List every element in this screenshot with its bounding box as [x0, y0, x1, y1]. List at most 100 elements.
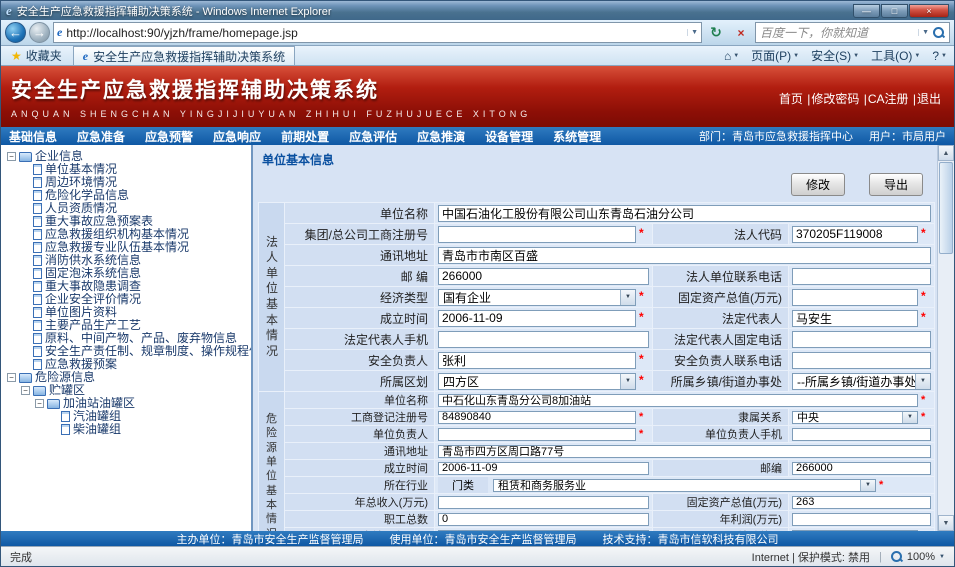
address-bar[interactable]: e http://localhost:90/yjzh/frame/homepag…	[53, 22, 702, 43]
menu-item-6[interactable]: 应急评估	[349, 128, 397, 145]
menu-item-5[interactable]: 前期处置	[281, 128, 329, 145]
home-button[interactable]: ⌂ ▼	[724, 49, 739, 63]
tree-item[interactable]: 应急救援组织机构基本情况	[3, 228, 251, 241]
select-caret-icon[interactable]: ▼	[620, 290, 635, 305]
tree-item[interactable]: 单位图片资料	[3, 306, 251, 319]
search-icon[interactable]	[933, 27, 945, 39]
field-select[interactable]: 四方区▼	[438, 373, 636, 390]
tree-item[interactable]: 固定泡沫系统信息	[3, 267, 251, 280]
field-input[interactable]	[438, 462, 649, 475]
field-input[interactable]	[792, 331, 931, 348]
field-input[interactable]	[438, 513, 649, 526]
tree-item[interactable]: 安全生产责任制、规章制度、操作规程信息	[3, 345, 251, 358]
field-input[interactable]	[792, 352, 931, 369]
scroll-down-icon[interactable]: ▼	[938, 515, 954, 531]
refresh-button[interactable]: ↻	[705, 22, 727, 43]
field-input[interactable]	[438, 226, 636, 243]
menu-item-9[interactable]: 系统管理	[553, 128, 601, 145]
tree-item[interactable]: 主要产品生产工艺	[3, 319, 251, 332]
banner-link-3[interactable]: CA注册	[867, 92, 910, 106]
field-input[interactable]	[438, 411, 636, 424]
field-input[interactable]	[792, 496, 931, 509]
modify-button[interactable]: 修改	[791, 173, 845, 196]
field-input[interactable]	[438, 205, 931, 222]
back-button[interactable]: ←	[5, 22, 26, 43]
browser-tab[interactable]: e 安全生产应急救援指挥辅助决策系统	[73, 46, 295, 65]
tree-item[interactable]: 人员资质情况	[3, 202, 251, 215]
address-url[interactable]: http://localhost:90/yjzh/frame/homepage.…	[66, 26, 683, 40]
tree-item[interactable]: 应急救援预案	[3, 358, 251, 371]
field-input[interactable]	[438, 352, 636, 369]
tree-item[interactable]: 柴油罐组	[3, 423, 251, 436]
content-scrollbar[interactable]: ▲ ▼	[937, 145, 954, 531]
tree-item[interactable]: −危险源信息	[3, 371, 251, 384]
menu-item-2[interactable]: 应急准备	[77, 128, 125, 145]
tree-item[interactable]: 周边环境情况	[3, 176, 251, 189]
tools-menu-button[interactable]: 工具(O) ▼	[871, 47, 920, 64]
field-input[interactable]	[438, 445, 931, 458]
field-input[interactable]	[438, 428, 636, 441]
tree-minus-icon[interactable]: −	[35, 399, 44, 408]
menu-item-7[interactable]: 应急推演	[417, 128, 465, 145]
safety-menu-button[interactable]: 安全(S) ▼	[811, 47, 859, 64]
tree-item[interactable]: 危险化学品信息	[3, 189, 251, 202]
search-box[interactable]: 百度一下，你就知道 ▼	[755, 22, 950, 43]
field-select[interactable]: 中央▼	[792, 411, 918, 424]
tree-minus-icon[interactable]: −	[21, 386, 30, 395]
scroll-up-icon[interactable]: ▲	[938, 145, 954, 161]
field-input[interactable]	[438, 247, 931, 264]
close-button[interactable]: ×	[909, 4, 949, 18]
tree-minus-icon[interactable]: −	[7, 152, 16, 161]
zoom-control[interactable]: 100% ▼	[891, 551, 945, 563]
tree-item[interactable]: 应急救援专业队伍基本情况	[3, 241, 251, 254]
select-caret-icon[interactable]: ▼	[860, 480, 875, 491]
field-input[interactable]	[438, 268, 649, 285]
tree-item[interactable]: 单位基本情况	[3, 163, 251, 176]
maximize-button[interactable]: □	[881, 4, 908, 18]
export-button[interactable]: 导出	[869, 173, 923, 196]
menu-item-1[interactable]: 基础信息	[9, 128, 57, 145]
tree-item[interactable]: −企业信息	[3, 150, 251, 163]
menu-item-8[interactable]: 设备管理	[485, 128, 533, 145]
tree-item[interactable]: −贮罐区	[3, 384, 251, 397]
menu-item-4[interactable]: 应急响应	[213, 128, 261, 145]
field-select[interactable]: 租赁和商务服务业▼	[493, 479, 876, 492]
tree-item[interactable]: 消防供水系统信息	[3, 254, 251, 267]
address-dropdown-icon[interactable]: ▼	[687, 29, 698, 36]
scrollbar-thumb[interactable]	[939, 162, 953, 254]
search-placeholder[interactable]: 百度一下，你就知道	[760, 24, 914, 41]
select-caret-icon[interactable]: ▼	[902, 412, 917, 423]
select-caret-icon[interactable]: ▼	[915, 374, 930, 389]
field-input[interactable]	[792, 428, 931, 441]
field-input[interactable]	[438, 310, 636, 327]
stop-button[interactable]: ×	[730, 22, 752, 43]
field-input[interactable]	[438, 496, 649, 509]
select-caret-icon[interactable]: ▼	[620, 374, 635, 389]
tree-item[interactable]: 原料、中间产物、产品、废弃物信息	[3, 332, 251, 345]
field-input[interactable]	[438, 394, 918, 407]
banner-link-2[interactable]: 修改密码	[810, 92, 860, 106]
tree-minus-icon[interactable]: −	[7, 373, 16, 382]
search-dropdown-icon[interactable]: ▼	[918, 29, 929, 36]
field-input[interactable]	[792, 462, 931, 475]
banner-link-1[interactable]: 首页	[778, 92, 804, 106]
tree-item[interactable]: −加油站油罐区	[3, 397, 251, 410]
field-input[interactable]	[438, 331, 649, 348]
minimize-button[interactable]: —	[853, 4, 880, 18]
tree-item[interactable]: 汽油罐组	[3, 410, 251, 423]
field-input[interactable]	[792, 268, 931, 285]
field-input[interactable]	[792, 310, 918, 327]
help-menu-button[interactable]: ? ▼	[932, 49, 947, 63]
tree-item[interactable]: 企业安全评价情况	[3, 293, 251, 306]
banner-link-4[interactable]: 退出	[916, 92, 942, 106]
menu-item-3[interactable]: 应急预警	[145, 128, 193, 145]
field-input[interactable]	[792, 513, 931, 526]
field-select[interactable]: 国有企业▼	[438, 289, 636, 306]
page-menu-button[interactable]: 页面(P) ▼	[751, 47, 799, 64]
field-input[interactable]	[792, 289, 918, 306]
favorites-button[interactable]: ★ 收藏夹	[4, 47, 69, 64]
field-select[interactable]: --所属乡镇/街道办事处--▼	[792, 373, 931, 390]
field-input[interactable]	[792, 226, 918, 243]
tree-item[interactable]: 重大事故应急预案表	[3, 215, 251, 228]
tree-item[interactable]: 重大事故隐患调查	[3, 280, 251, 293]
